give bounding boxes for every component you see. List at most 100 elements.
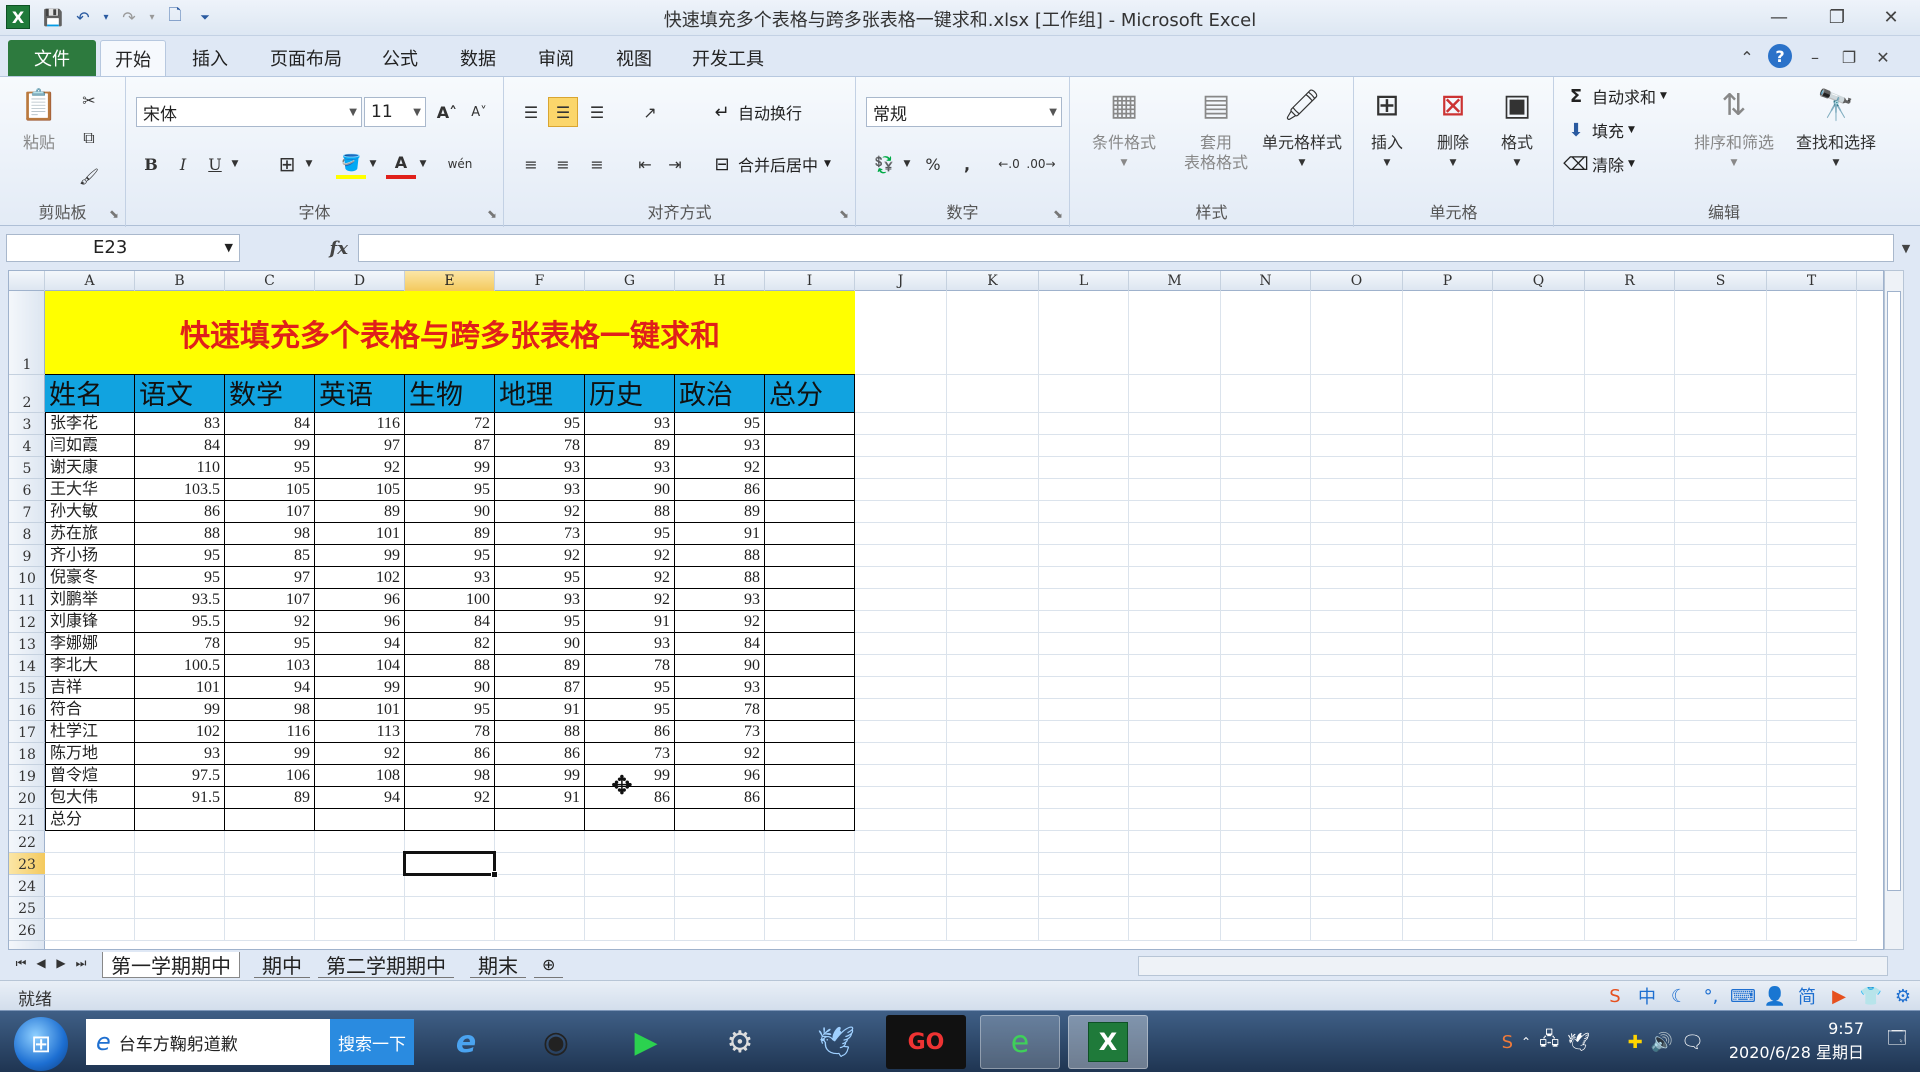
cell-a6[interactable]: 王大华 [45,479,135,501]
row-header-13[interactable]: 13 [9,633,45,655]
cell-a12[interactable]: 刘康锋 [45,611,135,633]
cell-b6[interactable]: 103.5 [135,479,225,501]
cell-d3[interactable]: 116 [315,413,405,435]
recorder-app-icon[interactable]: GO [886,1015,966,1069]
row-header-21[interactable]: 21 [9,809,45,831]
align-right-icon[interactable]: ≡ [582,149,612,179]
cell-a19[interactable]: 曾令煊 [45,765,135,787]
wrap-text-button[interactable]: ↵ 自动换行 [710,97,802,127]
phonetic-guide-button[interactable]: wén [440,149,480,179]
cell-d13[interactable]: 94 [315,633,405,655]
cell-d14[interactable]: 104 [315,655,405,677]
cell-h19[interactable]: 96 [675,765,765,787]
notification-icon[interactable]: 🗔 [1882,1023,1912,1059]
cell-g7[interactable]: 88 [585,501,675,523]
cell-h4[interactable]: 93 [675,435,765,457]
cell-d7[interactable]: 89 [315,501,405,523]
feather-tray-icon[interactable]: 🕊 [1567,1032,1590,1053]
font-name-select[interactable]: 宋体 ▼ [136,97,362,127]
cell-c4[interactable]: 99 [225,435,315,457]
last-sheet-icon[interactable]: ⏭ [72,956,90,971]
customize-toolbar-icon[interactable]: ⏷ [192,4,218,30]
fill-color-icon[interactable]: 🪣 [336,149,366,179]
undo-dropdown-icon[interactable]: ▾ [100,4,112,30]
tab-file[interactable]: 文件 [8,40,96,76]
internet-explorer-icon[interactable]: e [426,1015,506,1069]
cell-i8[interactable] [765,523,855,545]
cell-f14[interactable]: 89 [495,655,585,677]
header-cell-b[interactable]: 语文 [135,375,225,413]
cell-a16[interactable]: 符合 [45,699,135,721]
cell-f11[interactable]: 93 [495,589,585,611]
cell-g18[interactable]: 73 [585,743,675,765]
new-document-icon[interactable]: 🗋 [162,4,188,30]
cell-i21[interactable] [765,809,855,831]
sheet-tab-second-midterm[interactable]: 第二学期期中 [318,952,454,978]
cell-h7[interactable]: 89 [675,501,765,523]
cell-g17[interactable]: 86 [585,721,675,743]
conditional-formatting-button[interactable]: ▦ 条件格式 ▼ [1078,83,1170,173]
cell-d9[interactable]: 99 [315,545,405,567]
header-cell-e[interactable]: 生物 [405,375,495,413]
cell-g4[interactable]: 89 [585,435,675,457]
cell-c17[interactable]: 116 [225,721,315,743]
column-header-q[interactable]: Q [1493,271,1585,291]
cell-f4[interactable]: 78 [495,435,585,457]
cell-a8[interactable]: 苏在旅 [45,523,135,545]
restore-icon[interactable]: ❐ [1814,2,1860,32]
cell-i12[interactable] [765,611,855,633]
header-cell-g[interactable]: 历史 [585,375,675,413]
taskbar-clock[interactable]: 9:57 2020/6/28 星期日 [1704,1017,1864,1065]
cell-e9[interactable]: 95 [405,545,495,567]
row-header-7[interactable]: 7 [9,501,45,523]
insert-function-button[interactable]: fx [246,234,356,262]
cell-h11[interactable]: 93 [675,589,765,611]
cell-b15[interactable]: 101 [135,677,225,699]
cell-i6[interactable] [765,479,855,501]
cell-g6[interactable]: 90 [585,479,675,501]
cell-b19[interactable]: 97.5 [135,765,225,787]
cell-d8[interactable]: 101 [315,523,405,545]
column-header-d[interactable]: D [315,271,405,291]
cell-i4[interactable] [765,435,855,457]
cell-f17[interactable]: 88 [495,721,585,743]
increase-indent-icon[interactable]: ⇥ [660,149,690,179]
cell-c13[interactable]: 95 [225,633,315,655]
redo-icon[interactable]: ↷ [116,4,142,30]
cell-e4[interactable]: 87 [405,435,495,457]
minimize-icon[interactable]: — [1756,2,1802,32]
cell-b3[interactable]: 83 [135,413,225,435]
cell-f6[interactable]: 93 [495,479,585,501]
redo-dropdown-icon[interactable]: ▾ [146,4,158,30]
next-sheet-icon[interactable]: ▶ [52,956,70,970]
alignment-launcher-icon[interactable]: ⬊ [839,207,849,221]
decrease-indent-icon[interactable]: ⇤ [630,149,660,179]
sheet-tab-final[interactable]: 期末 [470,952,526,978]
ime-lang[interactable]: 中 [1634,983,1660,1009]
cell-e20[interactable]: 92 [405,787,495,809]
action-center-icon[interactable]: 🗨 [1681,1032,1704,1053]
row-header-4[interactable]: 4 [9,435,45,457]
row-header-12[interactable]: 12 [9,611,45,633]
cell-b9[interactable]: 95 [135,545,225,567]
cell-c19[interactable]: 106 [225,765,315,787]
orientation-icon[interactable]: ↗ [630,97,670,127]
start-button[interactable]: ⊞ [14,1017,68,1071]
feather-app-icon[interactable]: 🕊 [796,1015,876,1069]
cell-g3[interactable]: 93 [585,413,675,435]
cell-h10[interactable]: 88 [675,567,765,589]
cell-c9[interactable]: 85 [225,545,315,567]
row-header-6[interactable]: 6 [9,479,45,501]
cell-d15[interactable]: 99 [315,677,405,699]
first-sheet-icon[interactable]: ⏮ [12,956,30,971]
cell-b18[interactable]: 93 [135,743,225,765]
chevron-down-icon[interactable]: ▼ [416,149,430,179]
sogou-tray-icon[interactable]: S [1502,1032,1513,1053]
cell-d19[interactable]: 108 [315,765,405,787]
cell-d6[interactable]: 105 [315,479,405,501]
cell-f19[interactable]: 99 [495,765,585,787]
cell-styles-button[interactable]: 🖍 单元格样式 ▼ [1250,83,1354,173]
clipboard-launcher-icon[interactable]: ⬊ [109,207,119,221]
cell-i18[interactable] [765,743,855,765]
cell-b21[interactable] [135,809,225,831]
